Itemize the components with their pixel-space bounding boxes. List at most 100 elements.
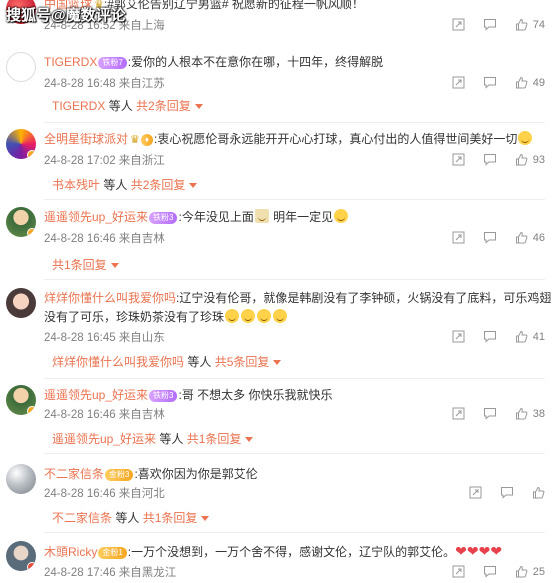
username-link[interactable]: 遥遥领先up_好运来 — [44, 210, 148, 224]
like-button[interactable]: 49 — [515, 76, 545, 89]
expand-caret-icon[interactable] — [245, 437, 254, 442]
share-button[interactable] — [452, 407, 465, 420]
expand-caret-icon[interactable] — [110, 263, 119, 268]
username-link[interactable]: 烊烊你懂什么叫我爱你吗 — [44, 291, 176, 305]
share-button[interactable] — [469, 486, 482, 499]
username-link[interactable]: 全明星街球派对 — [44, 132, 128, 146]
reply-count-link[interactable]: 共5条回复 — [215, 355, 270, 369]
username-link[interactable]: 不二家信条 — [44, 467, 104, 481]
comment-text-continued: 明年一定见 — [273, 210, 334, 224]
avatar[interactable] — [6, 207, 36, 237]
share-icon — [469, 486, 482, 499]
comment-text: :喜欢你因为你是郭艾伦 — [134, 467, 258, 481]
reply-summary[interactable]: 共1条回复 — [52, 257, 119, 273]
divider — [44, 279, 545, 280]
reply-summary[interactable]: 遥遥领先up_好运来 等人 共1条回复 — [52, 431, 254, 447]
expand-caret-icon[interactable] — [189, 183, 198, 188]
comment-text: :一万个没想到，一万个舍不得，感谢文伦，辽宁队的郭艾伦。 — [127, 545, 456, 559]
divider — [44, 199, 545, 200]
reply-count-link[interactable]: 共1条回复 — [187, 432, 242, 446]
like-button[interactable]: 74 — [515, 18, 545, 31]
reply-username[interactable]: 遥遥领先up_好运来 — [52, 432, 156, 446]
comment-meta: 24-8-28 16:46 来自河北 — [44, 488, 165, 500]
comment-icon — [483, 408, 496, 420]
avatar[interactable] — [6, 288, 36, 318]
like-button[interactable]: 25 — [515, 565, 545, 578]
like-icon — [515, 153, 528, 166]
comment-button[interactable] — [483, 153, 497, 166]
share-button[interactable] — [452, 153, 465, 166]
avatar[interactable] — [6, 541, 36, 571]
expand-caret-icon[interactable] — [201, 516, 210, 521]
share-button[interactable] — [452, 76, 465, 89]
reply-connector: 等人 — [187, 355, 212, 369]
reply-count-link[interactable]: 共2条回复 — [131, 178, 186, 192]
reply-count-link[interactable]: 共1条回复 — [52, 258, 107, 272]
comment-text: :#郭艾伦告别辽宁男篮# 祝愿新的征程一帆风顺！ — [103, 0, 364, 11]
reply-username[interactable]: 书本残叶 — [52, 178, 100, 192]
like-count: 46 — [532, 231, 545, 244]
share-icon — [452, 153, 465, 166]
divider — [44, 532, 545, 533]
like-icon — [515, 565, 528, 578]
comment-actions: 74 — [434, 18, 545, 31]
fan-badge: 铁粉7 — [98, 57, 127, 69]
reply-summary[interactable]: TIGERDX 等人 共2条回复 — [52, 98, 203, 114]
like-count: 93 — [532, 153, 545, 166]
reply-username[interactable]: TIGERDX — [52, 99, 105, 113]
comment-actions: 25 — [434, 565, 545, 578]
comment-button[interactable] — [483, 565, 497, 578]
like-icon — [515, 231, 528, 244]
avatar[interactable] — [6, 464, 36, 494]
reply-username[interactable]: 烊烊你懂什么叫我爱你吗 — [52, 355, 184, 369]
like-count: 41 — [532, 330, 545, 343]
avatar[interactable] — [6, 52, 36, 82]
share-button[interactable] — [452, 231, 465, 244]
avatar[interactable] — [6, 385, 36, 415]
verified-icon — [27, 562, 36, 571]
reply-summary[interactable]: 不二家信条 等人 共1条回复 — [52, 510, 210, 526]
avatar[interactable] — [6, 129, 36, 159]
comment-button[interactable] — [483, 407, 497, 420]
username-link[interactable]: 木頭Ricky — [44, 545, 97, 559]
share-icon — [452, 76, 465, 89]
like-button[interactable]: 38 — [515, 407, 545, 420]
comment-button[interactable] — [483, 76, 497, 89]
share-icon — [452, 565, 465, 578]
reply-count-link[interactable]: 共1条回复 — [143, 511, 198, 525]
reply-username[interactable]: 不二家信条 — [52, 511, 112, 525]
reply-summary[interactable]: 烊烊你懂什么叫我爱你吗 等人 共5条回复 — [52, 354, 282, 370]
like-button[interactable]: 93 — [515, 153, 545, 166]
reply-connector: 等人 — [115, 511, 140, 525]
like-button[interactable]: 46 — [515, 231, 545, 244]
expand-caret-icon[interactable] — [194, 104, 203, 109]
comment-button[interactable] — [500, 486, 514, 499]
like-icon — [533, 486, 545, 499]
like-count: 25 — [532, 565, 545, 578]
reply-summary[interactable]: 书本残叶 等人 共2条回复 — [52, 177, 198, 193]
share-icon — [452, 18, 465, 31]
like-button[interactable]: 41 — [515, 330, 545, 343]
share-button[interactable] — [452, 330, 465, 343]
fan-badge: 铁粉3 — [149, 212, 178, 224]
comment-icon — [483, 154, 496, 166]
share-button[interactable] — [452, 565, 465, 578]
emoji-icon — [257, 309, 272, 323]
username-link[interactable]: TIGERDX — [44, 55, 97, 69]
fan-badge: ♦ — [140, 134, 153, 146]
share-icon — [452, 231, 465, 244]
comment-button[interactable] — [483, 18, 497, 31]
emoji-icon — [225, 309, 240, 323]
verified-icon — [27, 228, 36, 237]
comment-actions — [451, 486, 545, 499]
share-button[interactable] — [452, 18, 465, 31]
comment-button[interactable] — [483, 330, 497, 343]
reply-connector: 等人 — [108, 99, 133, 113]
like-button[interactable] — [532, 486, 545, 499]
comment-button[interactable] — [483, 231, 497, 244]
share-icon — [452, 330, 465, 343]
expand-caret-icon[interactable] — [273, 360, 282, 365]
reply-count-link[interactable]: 共2条回复 — [136, 99, 191, 113]
username-link[interactable]: 遥遥领先up_好运来 — [44, 388, 148, 402]
comment-text: :衷心祝愿伦哥永远能开开心心打球，真心付出的人值得世间美好一切 — [153, 132, 518, 146]
